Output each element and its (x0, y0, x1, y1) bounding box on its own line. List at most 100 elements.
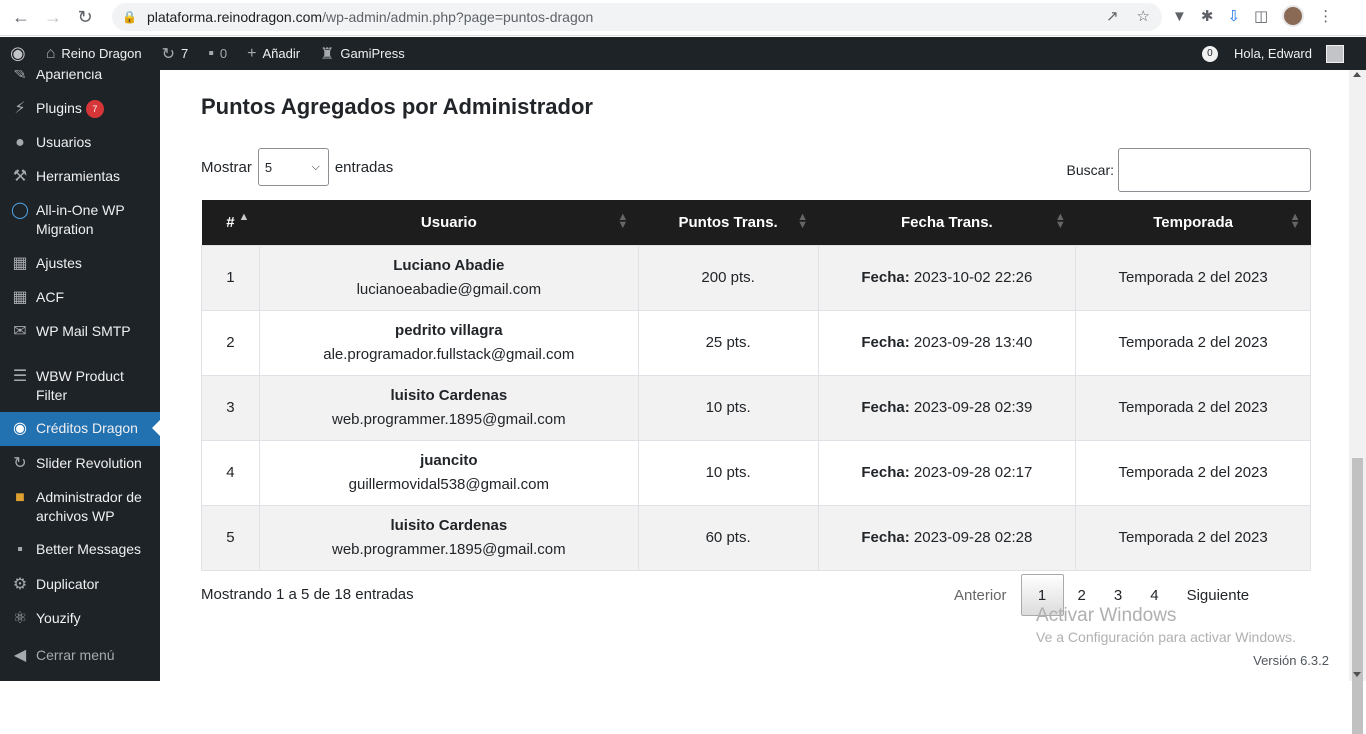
points-cell: 200 pts. (637, 244, 819, 311)
extension-shield-icon[interactable]: ▼ (1172, 8, 1187, 25)
forward-icon[interactable]: → (42, 7, 64, 29)
pagination-next[interactable]: Siguiente (1173, 574, 1264, 616)
date-value: 2023-09-28 02:39 (913, 398, 1033, 416)
sidebar-item-creditos-dragon[interactable]: ◉ Créditos Dragon (0, 412, 160, 446)
download-icon[interactable]: ⇩ (1227, 7, 1240, 25)
date-cell: Fecha: 2023-09-28 02:17 (817, 439, 1077, 506)
row-number: 5 (201, 504, 260, 571)
more-menu-icon[interactable]: ⋮ (1318, 7, 1333, 25)
sidebar-item-plugins[interactable]: ⚡ Plugins 7 (0, 99, 160, 118)
column-header-fecha[interactable]: Fecha Trans. ▲ ▼ (818, 200, 1076, 245)
date-value: 2023-09-28 13:40 (913, 333, 1033, 351)
scroll-down-icon[interactable] (1353, 672, 1361, 677)
pagination-prev[interactable]: Anterior (940, 574, 1021, 616)
points-cell: 60 pts. (637, 504, 819, 571)
share-icon[interactable]: ↗ (1106, 7, 1119, 25)
date-prefix: Fecha: (861, 398, 910, 416)
column-header-puntos[interactable]: Puntos Trans. ▲ ▼ (638, 200, 819, 245)
wp-logo-icon[interactable]: ◉ (0, 37, 36, 70)
sidebar-item-label: Slider Revolution (36, 455, 142, 471)
entries-length-control: Mostrar 5 ⌵ entradas (201, 148, 393, 186)
sidebar-collapse-menu[interactable]: ◀ Cerrar menú (0, 646, 160, 665)
user-cell: Luciano Abadie lucianoeabadie@gmail.com (258, 244, 639, 311)
notification-count[interactable]: 0 (1201, 45, 1218, 62)
table-row: 1 Luciano Abadie lucianoeabadie@gmail.com… (201, 244, 1311, 311)
sidebar-item-wp-mail-smtp[interactable]: ✉ WP Mail SMTP (0, 322, 160, 341)
back-icon[interactable]: ← (10, 7, 32, 29)
site-name-link[interactable]: ⌂ Reino Dragon (36, 37, 152, 70)
comment-icon: ▪ (208, 44, 214, 62)
sidebar-item-label: ACF (36, 289, 64, 305)
date-prefix: Fecha: (861, 333, 910, 351)
sidebar-item-label: Cerrar menú (36, 647, 115, 663)
home-icon: ⌂ (45, 44, 56, 62)
profile-avatar[interactable] (1282, 5, 1305, 27)
date-cell: Fecha: 2023-09-28 02:39 (817, 374, 1077, 441)
address-bar[interactable]: 🔒 plataforma.reinodragon.com/wp-admin/ad… (112, 3, 1162, 31)
user-cell: pedrito villagra ale.programador.fullstac… (258, 309, 639, 376)
collapse-icon: ◀ (13, 647, 27, 664)
sidebar-item-slider-revolution[interactable]: ↻ Slider Revolution (0, 454, 160, 473)
page-scrollbar[interactable] (1349, 70, 1366, 734)
user-avatar[interactable] (1326, 44, 1344, 63)
column-header-usuario[interactable]: Usuario ▲ ▼ (259, 200, 639, 245)
plugins-update-badge: 7 (85, 100, 104, 118)
sidebar-item-all-in-one-migration[interactable]: ◯ All-in-One WP Migration (0, 201, 160, 239)
sidebar-item-youzify[interactable]: ⚛ Youzify (0, 609, 160, 628)
sidebar-item-better-messages[interactable]: ▪ Better Messages (0, 540, 160, 559)
search-input[interactable] (1118, 148, 1311, 192)
table-header-row: # ▲ Usuario ▲ ▼ Puntos Trans. ▲ ▼ Fecha Trans… (201, 200, 1311, 245)
entries-per-page-select[interactable]: 5 ⌵ (257, 148, 329, 186)
points-cell: 10 pts. (637, 439, 819, 506)
season-cell: Temporada 2 del 2023 (1075, 244, 1311, 311)
date-prefix: Fecha: (861, 528, 910, 546)
show-label: Mostrar (201, 158, 252, 176)
wp-version: Versión 6.3.2 (1253, 653, 1329, 668)
filter-icon: ☰ (12, 368, 28, 385)
date-value: 2023-09-28 02:28 (913, 528, 1033, 546)
table-row: 2 pedrito villagra ale.programador.fullst… (201, 309, 1311, 376)
comments-link[interactable]: ▪ 0 (198, 37, 237, 70)
lock-icon: 🔒 (122, 10, 137, 24)
column-header-temporada[interactable]: Temporada ▲ ▼ (1075, 200, 1311, 245)
column-header-number[interactable]: # ▲ (201, 200, 260, 245)
scroll-thumb[interactable] (1352, 458, 1363, 734)
sort-icon: ▲ ▼ (1054, 211, 1066, 231)
sidepanel-icon[interactable]: ◫ (1254, 7, 1268, 25)
table-row: 3 luisito Cardenas web.programmer.1895@gm… (201, 374, 1311, 441)
gamipress-link[interactable]: ♜ GamiPress (310, 37, 415, 70)
sidebar-item-apariencia[interactable]: ✎ Apariencia (0, 70, 160, 89)
sidebar-item-acf[interactable]: ▦ ACF (0, 288, 160, 307)
sort-icon: ▲ ▼ (1289, 211, 1301, 231)
extensions-puzzle-icon[interactable]: ✱ (1201, 7, 1214, 25)
paintbrush-icon: ✎ (13, 70, 27, 83)
user-name: pedrito villagra (395, 321, 503, 339)
sidebar-item-usuarios[interactable]: ● Usuarios (0, 133, 160, 152)
comments-count: 0 (219, 46, 228, 61)
user-email: guillermovidal538@gmail.com (348, 475, 549, 493)
row-number: 2 (201, 309, 260, 376)
sidebar-item-duplicator[interactable]: ⚙ Duplicator (0, 575, 160, 594)
account-greeting[interactable]: Hola, Edward (1234, 46, 1312, 61)
sidebar-item-label: WP Mail SMTP (36, 323, 131, 339)
crown-icon: ♜ (320, 45, 335, 63)
sidebar-item-file-manager[interactable]: ■ Administrador de archivos WP (0, 488, 160, 526)
row-number: 3 (201, 374, 260, 441)
sort-icon: ▲ ▼ (617, 211, 629, 231)
sidebar-item-label: Créditos Dragon (36, 420, 138, 436)
windows-activation-subtitle: Ve a Configuración para activar Windows. (1036, 629, 1296, 645)
sidebar-item-wbw-product-filter[interactable]: ☰ WBW Product Filter (0, 367, 160, 405)
updates-link[interactable]: ↻ 7 (152, 37, 199, 70)
bookmark-star-icon[interactable]: ☆ (1137, 7, 1150, 25)
sidebar-item-label: Herramientas (36, 168, 121, 184)
sidebar-item-label: Duplicator (36, 576, 100, 592)
reload-icon[interactable]: ↻ (74, 7, 96, 29)
add-new-link[interactable]: + Añadir (237, 37, 310, 70)
sidebar-item-ajustes[interactable]: ▦ Ajustes (0, 254, 160, 273)
wrench-icon: ⚒ (12, 168, 28, 185)
sidebar-item-label: Usuarios (36, 134, 92, 150)
user-email: web.programmer.1895@gmail.com (331, 540, 566, 558)
search-label: Buscar: (1066, 162, 1114, 178)
scroll-up-icon[interactable] (1353, 72, 1361, 77)
sidebar-item-herramientas[interactable]: ⚒ Herramientas (0, 167, 160, 186)
